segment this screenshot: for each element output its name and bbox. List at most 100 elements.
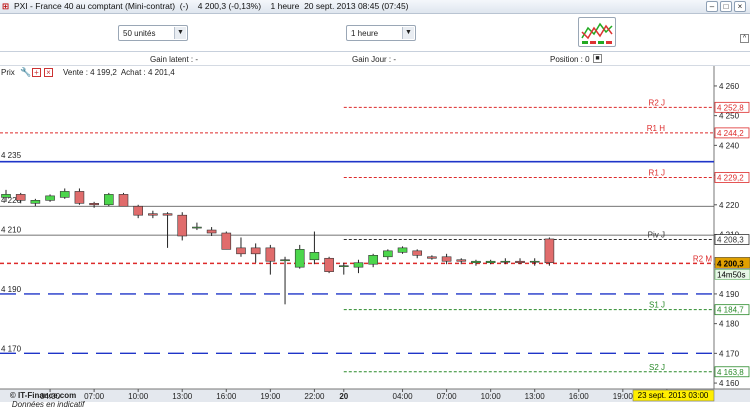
remove-indicator-icon[interactable]: ×: [44, 68, 53, 77]
y-tick-label: 4 190: [719, 290, 740, 299]
gain-latent: Gain latent : -: [150, 55, 199, 64]
candle-body: [30, 200, 41, 204]
window-title: PXI - France 40 au comptant (Mini-contra…: [14, 1, 409, 11]
chevron-down-icon[interactable]: ▼: [402, 27, 414, 39]
minimize-button[interactable]: –: [706, 1, 718, 12]
period-select[interactable]: 1 heure ▼: [346, 25, 416, 41]
candle-body: [250, 247, 261, 255]
level-name: S1 J: [649, 301, 665, 310]
x-tick-label: 07:00: [437, 392, 458, 401]
x-tick-label: 20: [339, 392, 348, 401]
wrench-icon[interactable]: 🔧: [20, 67, 31, 78]
y-tick-label: 4 180: [719, 320, 740, 329]
data-disclaimer: Données en indicatif: [11, 400, 85, 409]
candle-body: [162, 213, 173, 216]
price-chart[interactable]: 4 1604 1704 1804 1904 2004 2104 2204 230…: [0, 66, 750, 409]
candle-body: [206, 229, 217, 234]
candle-body: [265, 247, 276, 262]
x-tick-label: 16:00: [216, 392, 237, 401]
candle-body: [133, 205, 143, 216]
left-price-label: 4 190: [1, 285, 22, 294]
last-price-label: 4 200,3: [717, 259, 744, 268]
x-tick-label: 22:00: [304, 392, 325, 401]
level-name: R1 H: [647, 124, 665, 133]
gain-jour: Gain Jour : -: [352, 55, 397, 64]
x-tick-label: 19:00: [260, 392, 281, 401]
level-price-label: 4 252,8: [717, 103, 744, 112]
strategy-chart-button[interactable]: [578, 17, 616, 47]
candle-body: [148, 213, 158, 216]
candle-body: [368, 254, 378, 265]
candle-body: [529, 260, 540, 263]
candle-body: [544, 238, 555, 264]
candle-body: [441, 256, 452, 262]
crosshair-date-label: 23 sept. 2013 03:00: [638, 391, 709, 400]
candle-body: [236, 247, 246, 255]
candle-body: [1, 194, 11, 198]
quote-text: Vente : 4 199,2 Achat : 4 201,4: [63, 68, 175, 77]
candle-body: [118, 194, 129, 207]
level-price-label: 4 208,3: [717, 236, 744, 245]
strategy-chart-icon: [581, 22, 613, 44]
candle-body: [221, 232, 232, 250]
candle-body: [45, 195, 55, 201]
left-price-label: 4 235: [1, 151, 22, 160]
collapse-toolbar-button[interactable]: ^: [740, 34, 749, 43]
y-tick-label: 4 220: [719, 201, 740, 210]
x-tick-label: 10:00: [481, 392, 502, 401]
units-select[interactable]: 50 unités ▼: [118, 25, 188, 41]
candle-body: [397, 247, 408, 253]
price-chart-svg[interactable]: 4 1604 1704 1804 1904 2004 2104 2204 230…: [0, 66, 750, 402]
candle-body: [59, 191, 70, 198]
candle-body: [294, 249, 305, 268]
position-value: Position : 0: [550, 55, 590, 64]
close-button[interactable]: ×: [734, 1, 746, 12]
countdown-label: 14m50s: [717, 270, 745, 279]
y-tick-label: 4 240: [719, 141, 740, 150]
x-tick-label: 07:00: [84, 392, 105, 401]
candle-body: [177, 214, 188, 237]
level-price-label: 4 163,8: [717, 368, 744, 377]
candle-body: [280, 259, 290, 262]
app-icon: ⊞: [2, 1, 10, 11]
x-tick-label: 13:00: [172, 392, 193, 401]
maximize-button[interactable]: □: [720, 1, 732, 12]
candle-body: [15, 194, 26, 201]
position-infobar: Gain latent : - Gain Jour : - Position :…: [0, 53, 750, 66]
level-price-label: 4 229,2: [717, 173, 744, 182]
candle-body: [192, 226, 202, 229]
candle-body: [485, 260, 496, 264]
instrument-label: Prix: [1, 68, 15, 77]
x-tick-label: 13:00: [525, 392, 546, 401]
candle-body: [456, 259, 467, 262]
candle-body: [74, 191, 85, 204]
candle-body: [338, 265, 349, 267]
level-name: R1 J: [649, 168, 665, 177]
level-name: R2 J: [649, 98, 665, 107]
x-tick-label: 10:00: [128, 392, 149, 401]
level-name: Piv J: [648, 231, 665, 240]
order-toolbar: 50 unités ▼ 1 heure ▼ ^: [0, 14, 750, 52]
watermark: © IT-Finance.com Données en indicatif: [1, 382, 85, 418]
x-tick-label: 04:00: [393, 392, 414, 401]
left-price-label: 4 210: [1, 226, 22, 235]
candle-body: [471, 260, 481, 264]
brand-logo: © IT-Finance.com: [9, 391, 77, 400]
candle-body: [324, 257, 334, 272]
level-price-label: 4 184,7: [717, 306, 744, 315]
level-name: R2 M: [693, 254, 712, 263]
candle-body: [412, 250, 423, 256]
units-select-value: 50 unités: [123, 29, 156, 38]
period-select-value: 1 heure: [351, 29, 379, 38]
candle-body: [104, 194, 114, 206]
level-name: S2 J: [649, 363, 665, 372]
left-price-label: 4 170: [1, 344, 22, 353]
level-price-label: 4 244,2: [717, 129, 744, 138]
x-tick-label: 19:00: [613, 392, 634, 401]
add-indicator-icon[interactable]: +: [32, 68, 41, 77]
candle-body: [353, 262, 364, 268]
close-position-button[interactable]: ■: [593, 54, 602, 63]
chart-header: Prix 🔧 + × Vente : 4 199,2 Achat : 4 201…: [0, 67, 175, 80]
y-tick-label: 4 260: [719, 82, 740, 91]
chevron-down-icon[interactable]: ▼: [174, 27, 186, 39]
